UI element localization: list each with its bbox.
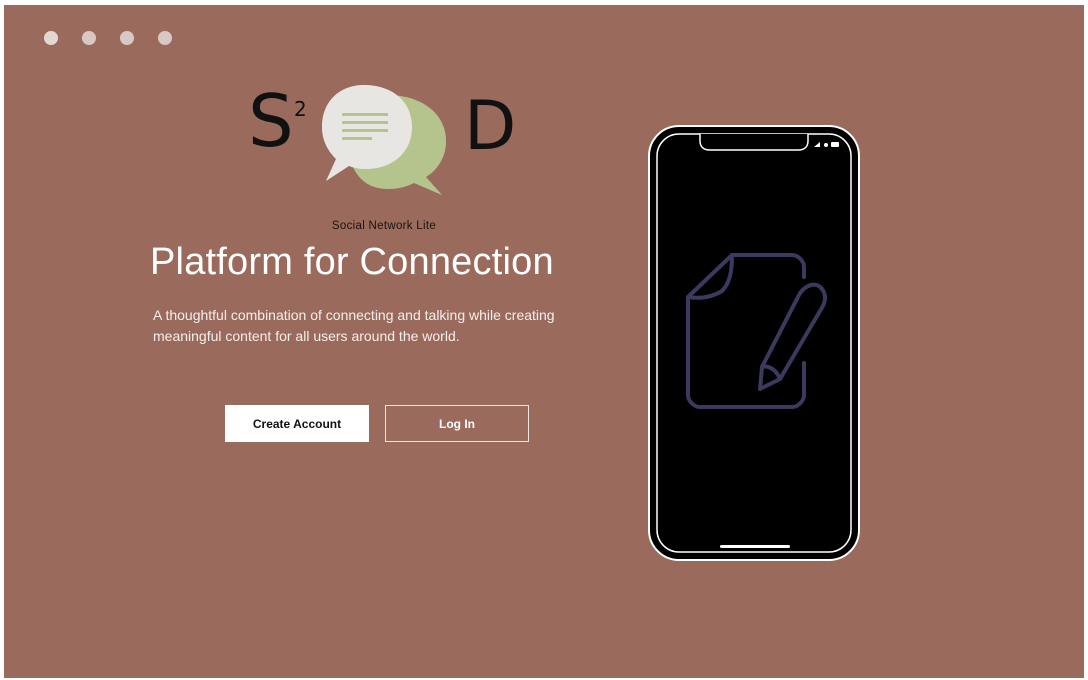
- window-dot-1[interactable]: [44, 31, 58, 45]
- log-in-button[interactable]: Log In: [385, 405, 529, 442]
- window-dot-2[interactable]: [82, 31, 96, 45]
- page-description: A thoughtful combination of connecting a…: [153, 307, 555, 344]
- window-dot-4[interactable]: [158, 31, 172, 45]
- logo-letter-d: D: [464, 87, 517, 166]
- home-indicator: [720, 545, 790, 548]
- app-logo: S 2 D: [244, 77, 524, 202]
- page-title: Platform for Connection: [150, 241, 554, 283]
- chat-bubbles-icon: [322, 85, 446, 195]
- logo-superscript: 2: [294, 97, 307, 121]
- window-dot-3[interactable]: [120, 31, 134, 45]
- create-account-button[interactable]: Create Account: [225, 405, 369, 442]
- app-window: S 2 D Social Network Lite Platform for C…: [4, 5, 1084, 678]
- logo-letter-s: S: [248, 79, 294, 163]
- phone-mockup: [648, 125, 860, 561]
- window-controls: [44, 31, 172, 45]
- phone-notch: [699, 134, 809, 151]
